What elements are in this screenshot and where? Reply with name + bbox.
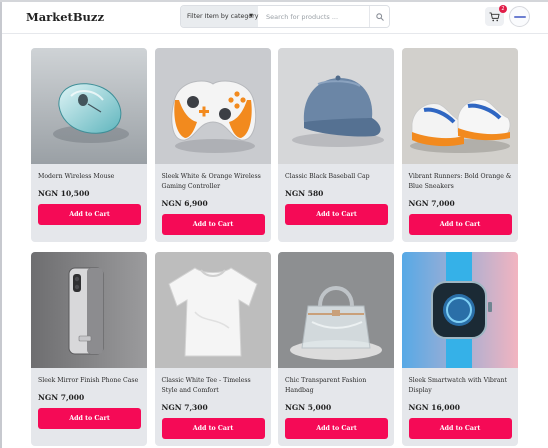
add-to-cart-button[interactable]: Add to Cart [285,418,388,439]
product-title[interactable]: Vibrant Runners: Bold Orange & Blue Snea… [409,172,513,191]
avatar[interactable] [509,6,530,27]
product-image-smartwatch[interactable] [401,252,518,368]
product-title[interactable]: Sleek Mirror Finish Phone Case [38,376,142,386]
product-price: NGN 7,300 [161,403,208,412]
category-filter-label: Filter Item by category [187,13,259,20]
chevron-down-icon: ▼ [249,13,253,19]
product-image-sneakers[interactable] [401,48,518,164]
product-price: NGN 5,000 [285,403,332,412]
product-card[interactable]: Sleek Mirror Finish Phone Case NGN 7,000… [31,252,147,446]
product-price: NGN 7,000 [408,199,455,208]
product-title[interactable]: Classic White Tee - Timeless Style and C… [162,376,266,395]
product-card[interactable]: Classic White Tee - Timeless Style and C… [154,252,271,446]
product-price: NGN 580 [285,189,324,198]
product-image-handbag[interactable] [278,252,394,368]
brand-logo[interactable]: MarketBuzz [26,10,104,24]
search-input[interactable] [261,6,366,27]
product-title[interactable]: Chic Transparent Fashion Handbag [285,376,389,395]
product-card[interactable]: Sleek White & Orange Wireless Gaming Con… [154,48,271,242]
product-card[interactable]: Sleek Smartwatch with Vibrant Display NG… [401,252,518,446]
add-to-cart-button[interactable]: Add to Cart [38,408,141,429]
top-navbar: MarketBuzz Filter Item by category ▼ 2 [2,2,548,34]
search-bar: Filter Item by category ▼ [180,5,390,28]
product-image-mouse[interactable] [31,48,147,164]
product-price: NGN 10,500 [38,189,90,198]
product-title[interactable]: Modern Wireless Mouse [38,172,142,182]
product-image-controller[interactable] [154,48,271,164]
product-price: NGN 16,000 [408,403,460,412]
window-left-edge [0,0,2,448]
product-title[interactable]: Sleek White & Orange Wireless Gaming Con… [162,172,266,191]
add-to-cart-button[interactable]: Add to Cart [408,214,512,235]
product-image-tshirt[interactable] [154,252,271,368]
cart-count-badge: 2 [499,5,507,13]
add-to-cart-button[interactable]: Add to Cart [408,418,512,439]
product-image-cap[interactable] [278,48,394,164]
product-price: NGN 7,000 [38,393,85,402]
search-button[interactable] [369,6,389,27]
product-card[interactable]: Vibrant Runners: Bold Orange & Blue Snea… [401,48,518,242]
search-icon [375,12,384,21]
product-price: NGN 6,900 [161,199,208,208]
add-to-cart-button[interactable]: Add to Cart [161,214,265,235]
add-to-cart-button[interactable]: Add to Cart [161,418,265,439]
product-grid: Modern Wireless Mouse NGN 10,500 Add to … [31,48,524,446]
product-card[interactable]: Modern Wireless Mouse NGN 10,500 Add to … [31,48,147,242]
product-card[interactable]: Chic Transparent Fashion Handbag NGN 5,0… [278,252,394,446]
add-to-cart-button[interactable]: Add to Cart [38,204,141,225]
product-card[interactable]: Classic Black Baseball Cap NGN 580 Add t… [278,48,394,242]
product-title[interactable]: Sleek Smartwatch with Vibrant Display [409,376,513,395]
add-to-cart-button[interactable]: Add to Cart [285,204,388,225]
product-image-phone-case[interactable] [31,252,147,368]
cart-icon [489,11,500,21]
avatar-mark [513,15,526,18]
product-title[interactable]: Classic Black Baseball Cap [285,172,389,182]
category-filter-dropdown[interactable]: Filter Item by category ▼ [181,6,259,27]
